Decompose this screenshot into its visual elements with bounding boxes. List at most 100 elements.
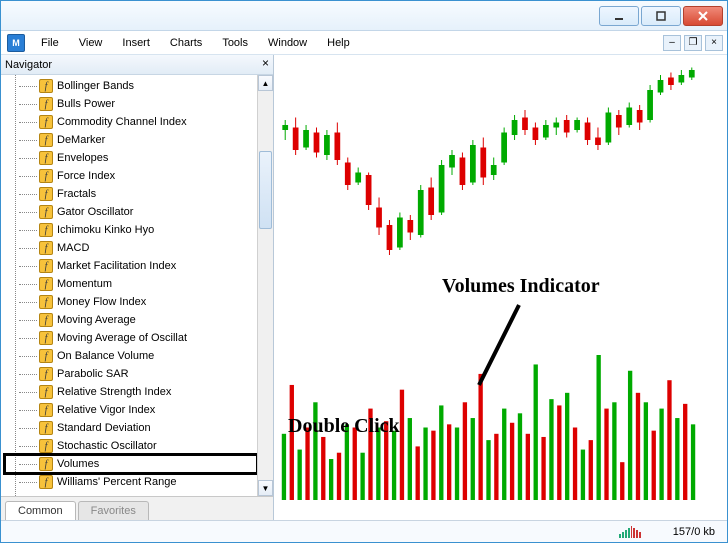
candle	[324, 135, 330, 155]
volume-bar	[659, 409, 663, 500]
candle	[387, 225, 393, 250]
navigator-tabs: Common Favorites	[1, 496, 273, 520]
candle	[376, 208, 382, 228]
indicator-item-parabolic-sar[interactable]: fParabolic SAR	[5, 365, 257, 383]
indicator-item-standard-deviation[interactable]: fStandard Deviation	[5, 419, 257, 437]
menu-charts[interactable]: Charts	[160, 35, 212, 51]
window-close-button[interactable]	[683, 6, 723, 26]
indicator-label: Force Index	[57, 170, 115, 182]
indicator-icon: f	[39, 115, 53, 129]
candle	[293, 128, 299, 151]
indicator-icon: f	[39, 439, 53, 453]
indicator-label: Relative Strength Index	[57, 386, 171, 398]
indicator-item-momentum[interactable]: fMomentum	[5, 275, 257, 293]
volume-bar	[329, 459, 333, 500]
indicator-item-relative-vigor-index[interactable]: fRelative Vigor Index	[5, 401, 257, 419]
indicator-icon: f	[39, 133, 53, 147]
indicator-item-market-facilitation-index[interactable]: fMarket Facilitation Index	[5, 257, 257, 275]
window-maximize-button[interactable]	[641, 6, 681, 26]
volume-bar	[416, 446, 420, 500]
navigator-close-button[interactable]: ×	[262, 57, 269, 69]
menu-window[interactable]: Window	[258, 35, 317, 51]
volume-bar	[502, 409, 506, 500]
status-bandwidth: 157/0 kb	[649, 526, 719, 538]
mdi-restore-button[interactable]: ❐	[684, 35, 702, 51]
volume-bar	[455, 428, 459, 501]
indicator-label: Bulls Power	[57, 98, 115, 110]
volume-bar	[282, 434, 286, 500]
tree-scrollbar[interactable]: ▲ ▼	[257, 75, 273, 496]
tab-favorites[interactable]: Favorites	[78, 501, 149, 520]
indicator-item-envelopes[interactable]: fEnvelopes	[5, 149, 257, 167]
scrollbar-thumb[interactable]	[259, 151, 272, 229]
indicator-icon: f	[39, 349, 53, 363]
volume-bar	[305, 428, 309, 501]
indicator-icon: f	[39, 331, 53, 345]
candle	[345, 163, 351, 186]
candle	[491, 165, 497, 175]
candle	[407, 220, 413, 233]
indicator-label: Bollinger Bands	[57, 80, 134, 92]
window-minimize-button[interactable]	[599, 6, 639, 26]
mdi-minimize-button[interactable]: –	[663, 35, 681, 51]
menu-insert[interactable]: Insert	[112, 35, 160, 51]
navigator-panel: Navigator × fBollinger BandsfBulls Power…	[1, 55, 274, 520]
indicator-item-stochastic-oscillator[interactable]: f Stochastic Oscillator	[5, 437, 257, 455]
indicator-item-commodity-channel-index[interactable]: fCommodity Channel Index	[5, 113, 257, 131]
candle	[606, 113, 612, 143]
connection-icon	[619, 526, 641, 538]
candle	[314, 133, 320, 153]
tab-common[interactable]: Common	[5, 501, 76, 520]
volume-bar	[494, 434, 498, 500]
indicator-item-demarker[interactable]: f DeMarker	[5, 131, 257, 149]
volume-bar	[534, 364, 538, 500]
volume-bar	[573, 428, 577, 501]
menu-bar: M File View Insert Charts Tools Window H…	[1, 31, 727, 55]
candle	[585, 123, 591, 141]
indicator-label: Stochastic Oscillator	[57, 440, 157, 452]
chart-area[interactable]: Volumes Indicator Double Click	[274, 55, 727, 520]
scrollbar-up-button[interactable]: ▲	[258, 75, 273, 91]
volume-bar	[510, 423, 514, 500]
app-icon: M	[7, 34, 25, 52]
indicator-icon: f	[39, 223, 53, 237]
volume-bar	[471, 418, 475, 500]
volume-bar	[298, 450, 302, 500]
indicator-item-moving-average-of-oscillat[interactable]: fMoving Average of Oscillat	[5, 329, 257, 347]
volume-bar	[353, 428, 357, 501]
candle	[522, 118, 528, 131]
indicator-item-money-flow-index[interactable]: fMoney Flow Index	[5, 293, 257, 311]
indicator-item-fractals[interactable]: fFractals	[5, 185, 257, 203]
indicator-item-volumes[interactable]: fVolumes	[5, 455, 257, 473]
indicator-icon: f	[39, 457, 53, 471]
indicator-item-force-index[interactable]: fForce Index	[5, 167, 257, 185]
indicator-item-moving-average[interactable]: fMoving Average	[5, 311, 257, 329]
candle	[512, 120, 518, 135]
indicator-item-bollinger-bands[interactable]: fBollinger Bands	[5, 77, 257, 95]
indicator-item-williams-percent-range[interactable]: fWilliams' Percent Range	[5, 473, 257, 491]
indicator-item-macd[interactable]: fMACD	[5, 239, 257, 257]
candle	[626, 108, 632, 126]
indicator-item-ichimoku-kinko-hyo[interactable]: fIchimoku Kinko Hyo	[5, 221, 257, 239]
indicator-label: Standard Deviation	[57, 422, 151, 434]
indicator-icon: f	[39, 97, 53, 111]
menu-file[interactable]: File	[31, 35, 69, 51]
indicator-item-bulls-power[interactable]: f Bulls Power	[5, 95, 257, 113]
indicator-label: MACD	[57, 242, 89, 254]
indicator-item-relative-strength-index[interactable]: fRelative Strength Index	[5, 383, 257, 401]
indicator-tree[interactable]: fBollinger BandsfBulls PowerfCommodity C…	[1, 75, 257, 496]
indicator-icon: f	[39, 313, 53, 327]
volume-bar	[652, 431, 656, 500]
candle	[397, 218, 403, 248]
volume-bar	[541, 437, 545, 500]
mdi-close-button[interactable]: ×	[705, 35, 723, 51]
scrollbar-down-button[interactable]: ▼	[258, 480, 273, 496]
indicator-item-on-balance-volume[interactable]: fOn Balance Volume	[5, 347, 257, 365]
menu-help[interactable]: Help	[317, 35, 360, 51]
menu-tools[interactable]: Tools	[212, 35, 258, 51]
candle	[543, 125, 549, 138]
indicator-label: DeMarker	[57, 134, 105, 146]
menu-view[interactable]: View	[69, 35, 113, 51]
volume-bar	[628, 371, 632, 500]
indicator-item-gator-oscillator[interactable]: fGator Oscillator	[5, 203, 257, 221]
